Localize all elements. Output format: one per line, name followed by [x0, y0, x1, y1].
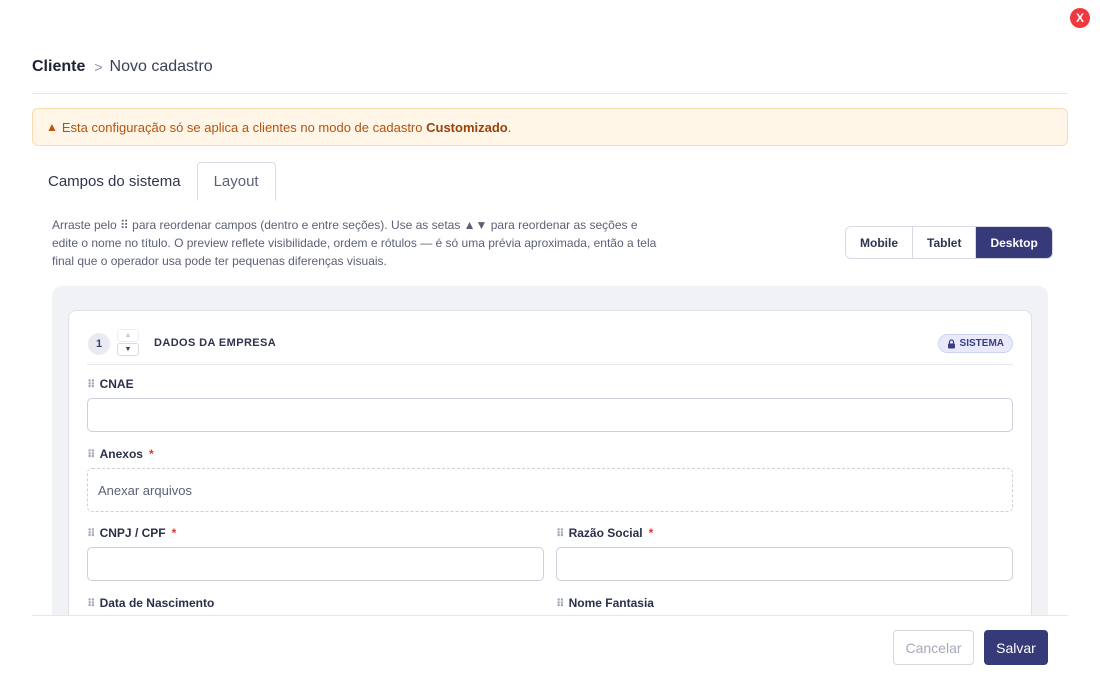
tab-campos-do-sistema[interactable]: Campos do sistema [32, 162, 197, 201]
header-divider [32, 93, 1068, 94]
close-button[interactable]: X [1070, 8, 1090, 28]
field-label-cnae: ⠿ CNAE [87, 377, 134, 391]
tabs: Campos do sistema Layout [32, 162, 276, 201]
drag-handle-icon[interactable]: ⠿ [87, 378, 96, 391]
field-label-razao-social: ⠿ Razão Social * [556, 526, 654, 540]
drag-handle-icon[interactable]: ⠿ [87, 527, 96, 540]
required-mark: * [648, 526, 654, 540]
section-number: 1 [88, 333, 110, 355]
breadcrumb-root[interactable]: Cliente [32, 58, 85, 76]
anexos-dropzone[interactable]: Anexar arquivos [87, 468, 1013, 512]
move-down-button[interactable]: ▼ [117, 343, 139, 356]
help-text: Arraste pelo ⠿ para reordenar campos (de… [52, 218, 657, 268]
field-label-data-nascimento: ⠿ Data de Nascimento [87, 596, 215, 610]
tab-layout[interactable]: Layout [196, 162, 276, 201]
device-tablet-button[interactable]: Tablet [913, 227, 977, 258]
section-reorder: ▲ ▼ [117, 329, 139, 356]
device-toggle: Mobile Tablet Desktop [845, 226, 1053, 259]
chevron-right-icon: > [94, 59, 103, 75]
lock-icon [947, 338, 955, 348]
alert-text: Esta configuração só se aplica a cliente… [61, 119, 512, 135]
drag-handle-icon[interactable]: ⠿ [87, 597, 96, 610]
system-badge: SISTEMA [937, 334, 1013, 353]
field-label-cnpj-cpf: ⠿ CNPJ / CPF * [87, 526, 177, 540]
cnpj-cpf-input[interactable] [87, 547, 544, 581]
required-mark: * [148, 447, 154, 461]
device-desktop-button[interactable]: Desktop [976, 227, 1052, 258]
section-divider [87, 364, 1013, 365]
save-button[interactable]: Salvar [984, 630, 1048, 665]
footer-divider [32, 615, 1068, 616]
section-title[interactable]: DADOS DA EMPRESA [154, 337, 276, 349]
badge-label: SISTEMA [959, 338, 1004, 349]
required-mark: * [171, 526, 177, 540]
modal: X Cliente > Novo cadastro ▲ Esta configu… [0, 0, 1100, 697]
warning-triangle-icon: ▲ [46, 120, 58, 134]
move-up-button[interactable]: ▲ [117, 329, 139, 342]
section-card: 1 ▲ ▼ DADOS DA EMPRESA SISTEMA ⠿ CNAE ⠿ … [68, 310, 1032, 615]
cnae-input[interactable] [87, 398, 1013, 432]
breadcrumb-current: Novo cadastro [109, 58, 213, 75]
alert-emphasis: Customizado [426, 119, 508, 135]
layout-preview[interactable]: 1 ▲ ▼ DADOS DA EMPRESA SISTEMA ⠿ CNAE ⠿ … [52, 286, 1048, 615]
warning-alert: ▲ Esta configuração só se aplica a clien… [32, 108, 1068, 146]
drag-handle-icon[interactable]: ⠿ [556, 597, 565, 610]
device-mobile-button[interactable]: Mobile [846, 227, 913, 258]
drag-handle-icon[interactable]: ⠿ [87, 448, 96, 461]
field-label-anexos: ⠿ Anexos * [87, 447, 154, 461]
field-label-nome-fantasia: ⠿ Nome Fantasia [556, 596, 654, 610]
drag-handle-icon[interactable]: ⠿ [556, 527, 565, 540]
razao-social-input[interactable] [556, 547, 1013, 581]
cancel-button[interactable]: Cancelar [893, 630, 974, 665]
close-icon: X [1075, 11, 1084, 25]
breadcrumb: Cliente > Novo cadastro [32, 58, 213, 76]
